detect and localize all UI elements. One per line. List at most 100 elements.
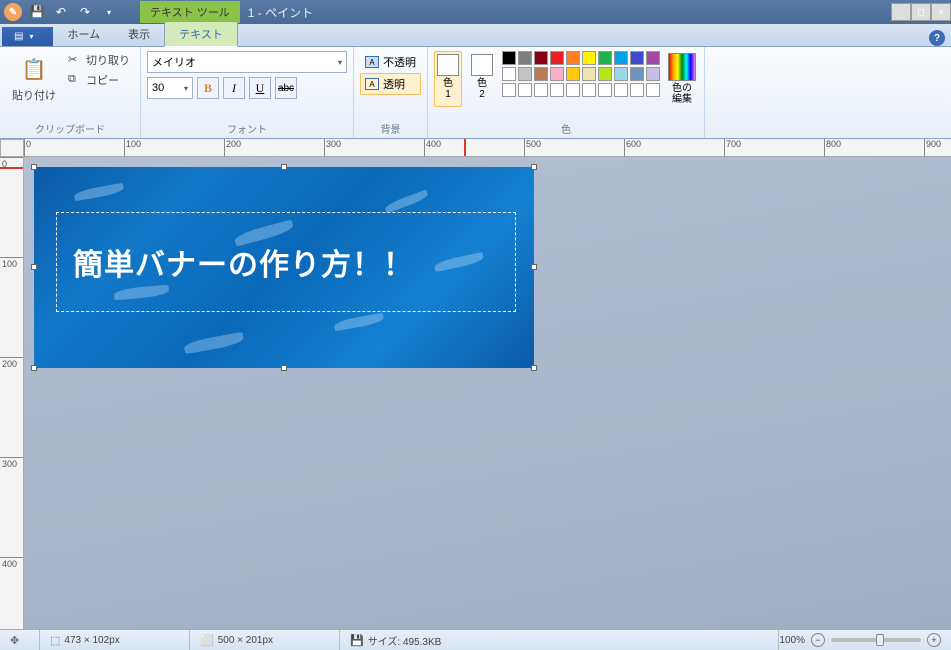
opaque-icon: A — [365, 56, 379, 68]
resize-handle[interactable] — [31, 365, 37, 371]
group-label-background: 背景 — [360, 119, 421, 136]
transparent-icon: A — [365, 78, 379, 90]
palette-swatch[interactable] — [550, 67, 564, 81]
status-file-size: 💾 サイズ: 495.3KB — [340, 630, 779, 650]
zoom-slider-thumb[interactable] — [876, 634, 884, 646]
window-controls: _ □ ✕ — [891, 3, 951, 21]
app-icon[interactable]: ✎ — [4, 3, 22, 21]
copy-icon: ⧉ — [68, 73, 82, 87]
palette-swatch[interactable] — [518, 67, 532, 81]
palette-swatch[interactable] — [566, 67, 580, 81]
ruler-horizontal: 0100200300400500600700800900 — [24, 139, 951, 157]
resize-handle[interactable] — [531, 365, 537, 371]
color1-button[interactable]: 色 1 — [434, 51, 462, 107]
bold-button[interactable]: B — [197, 77, 219, 99]
paste-button[interactable]: 📋 貼り付け — [6, 51, 62, 105]
canvas-area[interactable]: 簡単バナーの作り方！！ — [24, 157, 951, 629]
undo-icon[interactable]: ↶ — [50, 2, 72, 22]
palette-swatch[interactable] — [582, 67, 596, 81]
group-background: A 不透明 A 透明 背景 — [354, 47, 428, 138]
palette-swatch[interactable] — [518, 51, 532, 65]
cut-button[interactable]: ✂ 切り取り — [64, 51, 134, 69]
resize-handle[interactable] — [281, 164, 287, 170]
palette-swatch[interactable] — [566, 51, 580, 65]
palette-swatch[interactable] — [534, 67, 548, 81]
transparent-option[interactable]: A 透明 — [360, 73, 421, 95]
palette-swatch[interactable] — [614, 67, 628, 81]
zoom-out-button[interactable]: − — [811, 633, 825, 647]
status-selection: ⬚ 473 × 102px — [40, 630, 190, 650]
palette-swatch[interactable] — [502, 83, 516, 97]
zoom-label: 100% — [779, 635, 805, 646]
group-label-clipboard: クリップボード — [6, 119, 134, 136]
status-canvas-size: ⬜ 500 × 201px — [190, 630, 340, 650]
file-menu-button[interactable]: ▤ — [2, 27, 53, 46]
ribbon-tab-strip: ▤ ホーム 表示 テキスト ? — [0, 24, 951, 47]
palette-swatch[interactable] — [534, 83, 548, 97]
qat-dropdown-icon[interactable]: ▾ — [98, 2, 120, 22]
palette-swatch[interactable] — [598, 67, 612, 81]
tab-text[interactable]: テキスト — [164, 21, 238, 47]
palette-swatch[interactable] — [630, 67, 644, 81]
palette-swatch[interactable] — [550, 83, 564, 97]
copy-button[interactable]: ⧉ コピー — [64, 71, 134, 89]
italic-button[interactable]: I — [223, 77, 245, 99]
resize-handle[interactable] — [281, 365, 287, 371]
maximize-button[interactable]: □ — [911, 3, 931, 21]
palette-swatch[interactable] — [630, 51, 644, 65]
palette-swatch[interactable] — [598, 51, 612, 65]
color1-swatch — [437, 54, 459, 76]
tab-view[interactable]: 表示 — [114, 22, 164, 46]
opaque-option[interactable]: A 不透明 — [360, 51, 421, 73]
palette-swatch[interactable] — [502, 67, 516, 81]
palette-swatch[interactable] — [550, 51, 564, 65]
help-button[interactable]: ? — [929, 30, 945, 46]
strikethrough-button[interactable]: abc — [275, 77, 297, 99]
palette-swatch[interactable] — [566, 83, 580, 97]
tab-home[interactable]: ホーム — [53, 22, 114, 46]
palette-swatch[interactable] — [614, 83, 628, 97]
palette-swatch[interactable] — [598, 83, 612, 97]
color-palette — [502, 51, 660, 107]
underline-button[interactable]: U — [249, 77, 271, 99]
zoom-controls: 100% − + — [779, 633, 951, 647]
zoom-slider[interactable] — [831, 638, 921, 642]
file-menu-icon: ▤ — [14, 31, 23, 42]
ruler-vertical: 0100200300400 — [0, 157, 24, 629]
close-button[interactable]: ✕ — [931, 3, 951, 21]
group-label-font: フォント — [147, 119, 347, 136]
titlebar: ✎ 💾 ↶ ↷ ▾ テキスト ツール 1 - ペイント _ □ ✕ — [0, 0, 951, 24]
palette-swatch[interactable] — [630, 83, 644, 97]
palette-swatch[interactable] — [582, 83, 596, 97]
palette-swatch[interactable] — [646, 83, 660, 97]
group-label-colors: 色 — [434, 119, 698, 136]
palette-swatch[interactable] — [518, 83, 532, 97]
text-edit-box[interactable]: 簡単バナーの作り方！！ — [56, 212, 516, 312]
font-name-combo[interactable]: メイリオ — [147, 51, 347, 73]
font-size-combo[interactable]: 30 — [147, 77, 193, 99]
resize-handle[interactable] — [31, 264, 37, 270]
color2-swatch — [471, 54, 493, 76]
save-icon[interactable]: 💾 — [26, 2, 48, 22]
edit-colors-button[interactable]: 色の 編集 — [666, 51, 698, 107]
status-cursor: ✥ — [0, 630, 40, 650]
resize-handle[interactable] — [531, 264, 537, 270]
zoom-in-button[interactable]: + — [927, 633, 941, 647]
resize-handle[interactable] — [531, 164, 537, 170]
ribbon-body: 📋 貼り付け ✂ 切り取り ⧉ コピー クリップボード メイリオ — [0, 47, 951, 139]
resize-handle[interactable] — [31, 164, 37, 170]
disk-icon: 💾 — [350, 634, 364, 647]
clipboard-icon: 📋 — [18, 53, 50, 85]
rainbow-icon — [668, 53, 696, 81]
minimize-button[interactable]: _ — [891, 3, 911, 21]
palette-swatch[interactable] — [502, 51, 516, 65]
palette-swatch[interactable] — [534, 51, 548, 65]
redo-icon[interactable]: ↷ — [74, 2, 96, 22]
palette-swatch[interactable] — [614, 51, 628, 65]
palette-swatch[interactable] — [646, 67, 660, 81]
palette-swatch[interactable] — [646, 51, 660, 65]
canvas-image[interactable]: 簡単バナーの作り方！！ — [34, 167, 534, 368]
color2-button[interactable]: 色 2 — [468, 51, 496, 107]
status-bar: ✥ ⬚ 473 × 102px ⬜ 500 × 201px 💾 サイズ: 495… — [0, 629, 951, 650]
palette-swatch[interactable] — [582, 51, 596, 65]
